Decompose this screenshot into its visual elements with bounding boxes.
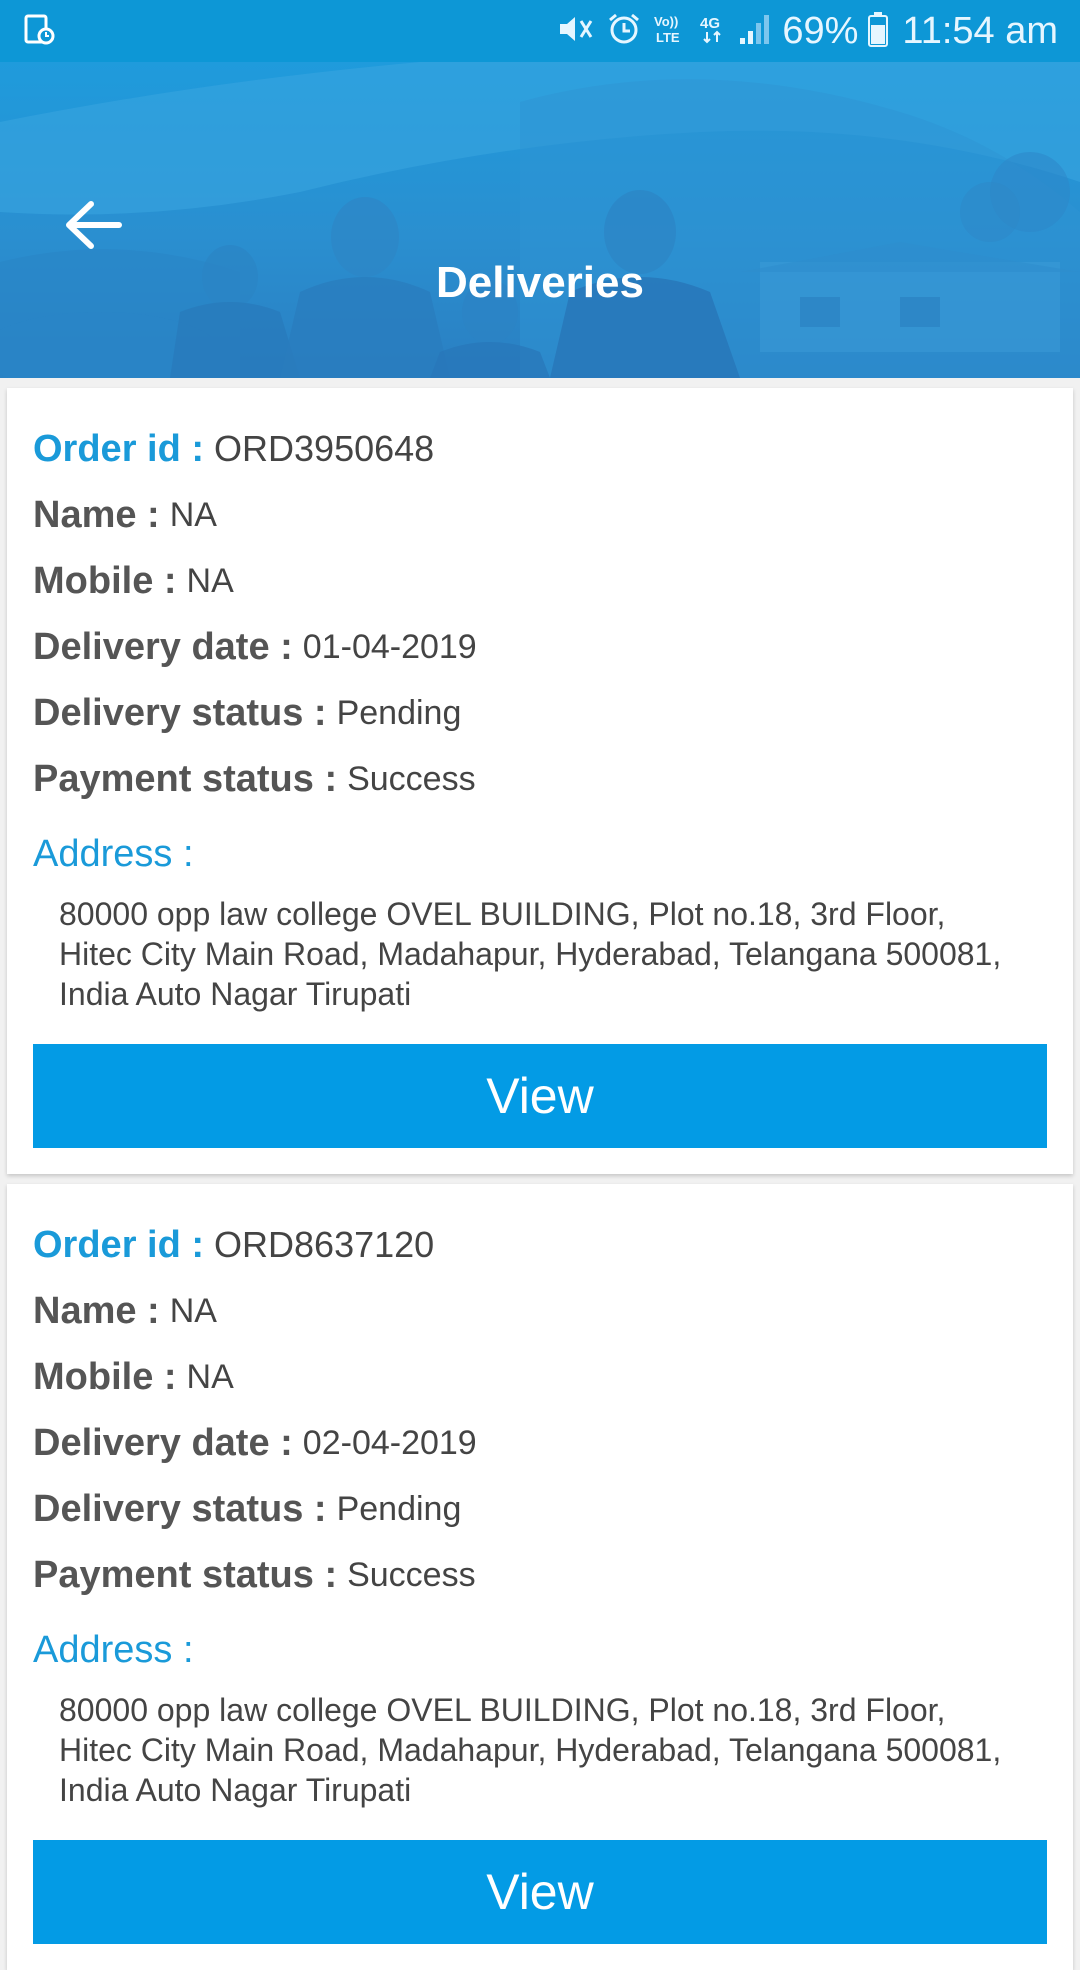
signal-icon: [738, 12, 772, 51]
payment-status-row: Payment status : Success: [33, 1542, 1047, 1608]
name-label: Name :: [33, 1289, 160, 1332]
delivery-status-label: Delivery status :: [33, 1487, 327, 1530]
order-id-row: Order id : ORD3950648: [33, 416, 1047, 482]
svg-text:Vo)): Vo)): [654, 14, 678, 29]
name-label: Name :: [33, 493, 160, 536]
delivery-date-value: 02-04-2019: [302, 1423, 477, 1462]
mobile-label: Mobile :: [33, 1355, 177, 1398]
page-title: Deliveries: [436, 258, 644, 307]
delivery-status-row: Delivery status : Pending: [33, 680, 1047, 746]
screenshot-icon: [22, 12, 56, 51]
mobile-label: Mobile :: [33, 559, 177, 602]
delivery-status-row: Delivery status : Pending: [33, 1476, 1047, 1542]
address-label: Address :: [33, 832, 194, 875]
deliveries-list: Order id : ORD3950648 Name : NA Mobile :…: [0, 378, 1080, 1970]
header-illustration: [0, 62, 1080, 378]
clock: 11:54 am: [902, 9, 1058, 52]
delivery-status-value: Pending: [336, 693, 462, 732]
mobile-value: NA: [186, 561, 234, 600]
order-id-value: ORD8637120: [214, 1224, 435, 1265]
payment-status-row: Payment status : Success: [33, 746, 1047, 812]
delivery-status-label: Delivery status :: [33, 691, 327, 734]
name-row: Name : NA: [33, 1278, 1047, 1344]
address-text: 80000 opp law college OVEL BUILDING, Plo…: [59, 896, 1002, 1012]
payment-status-label: Payment status :: [33, 757, 338, 800]
delivery-date-row: Delivery date : 01-04-2019: [33, 614, 1047, 680]
delivery-status-value: Pending: [336, 1489, 462, 1528]
address-text: 80000 opp law college OVEL BUILDING, Plo…: [59, 1692, 1002, 1808]
4g-icon: 4G: [698, 12, 728, 51]
delivery-card: Order id : ORD8637120 Name : NA Mobile :…: [7, 1184, 1073, 1970]
alarm-icon: [606, 12, 642, 51]
view-button[interactable]: View: [33, 1840, 1047, 1944]
volte-icon: Vo)) LTE: [652, 12, 688, 51]
delivery-date-value: 01-04-2019: [302, 627, 477, 666]
name-row: Name : NA: [33, 482, 1047, 548]
mobile-row: Mobile : NA: [33, 548, 1047, 614]
payment-status-label: Payment status :: [33, 1553, 338, 1596]
battery-icon: [868, 11, 889, 52]
mobile-value: NA: [186, 1357, 234, 1396]
delivery-date-row: Delivery date : 02-04-2019: [33, 1410, 1047, 1476]
delivery-card: Order id : ORD3950648 Name : NA Mobile :…: [7, 388, 1073, 1174]
delivery-date-label: Delivery date :: [33, 625, 293, 668]
order-id-row: Order id : ORD8637120: [33, 1212, 1047, 1278]
mute-icon: [556, 12, 596, 51]
svg-text:LTE: LTE: [656, 30, 680, 45]
status-bar: Vo)) LTE 4G 69% 11:54 am: [0, 0, 1080, 62]
address-label: Address :: [33, 1628, 194, 1671]
name-value: NA: [169, 1291, 217, 1330]
svg-text:4G: 4G: [700, 15, 720, 32]
mobile-row: Mobile : NA: [33, 1344, 1047, 1410]
payment-status-value: Success: [347, 1555, 476, 1594]
arrow-left-icon: [66, 201, 122, 249]
order-id-label: Order id :: [33, 427, 205, 470]
order-id-value: ORD3950648: [214, 428, 435, 469]
payment-status-value: Success: [347, 759, 476, 798]
app-header: Deliveries: [0, 62, 1080, 378]
delivery-date-label: Delivery date :: [33, 1421, 293, 1464]
view-button[interactable]: View: [33, 1044, 1047, 1148]
name-value: NA: [169, 495, 217, 534]
back-button[interactable]: [58, 190, 128, 260]
battery-percentage: 69%: [782, 9, 859, 52]
order-id-label: Order id :: [33, 1223, 205, 1266]
